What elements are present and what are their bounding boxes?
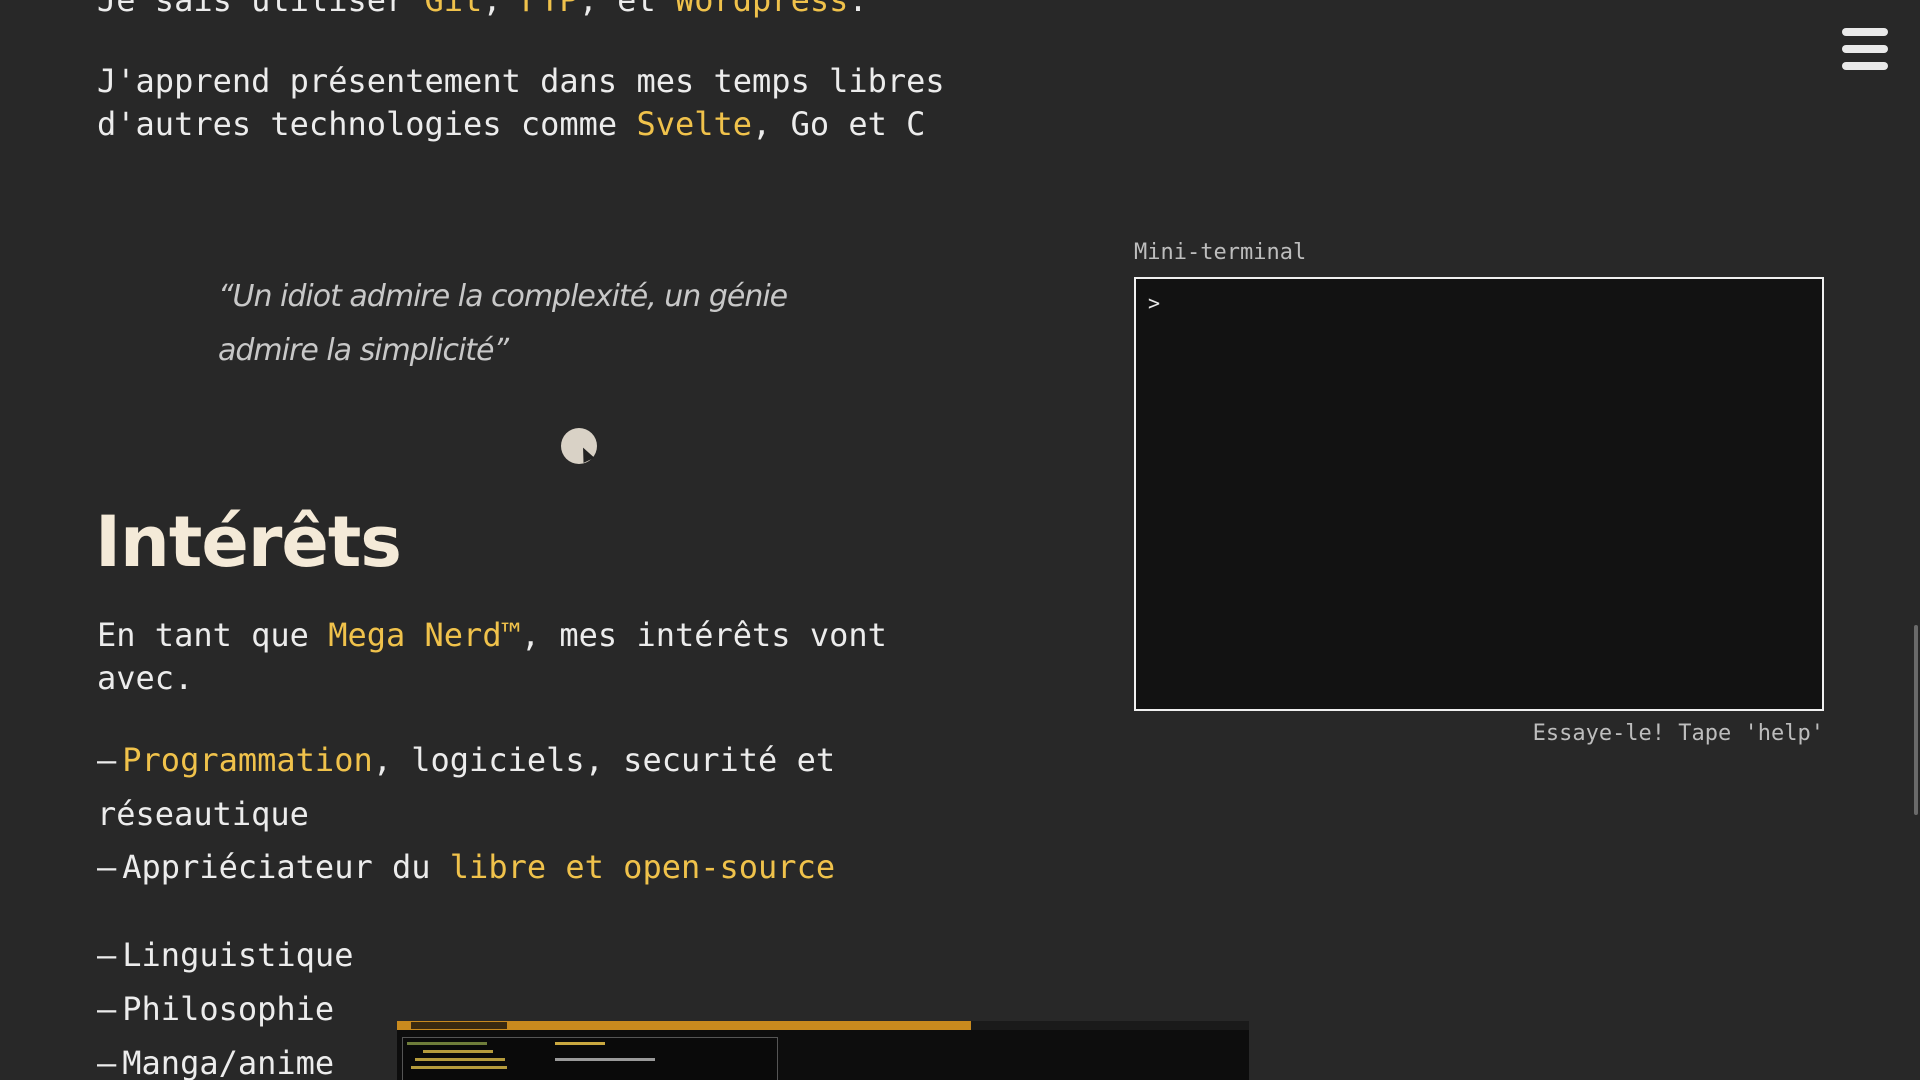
thumbnail-text-line bbox=[407, 1042, 487, 1045]
skills-separator: , et bbox=[578, 0, 675, 19]
list-item: – Appriéciateur du libre et open-source bbox=[97, 840, 835, 894]
list-item: – Programmation, logiciels, securité et bbox=[97, 733, 835, 787]
menu-bar bbox=[1842, 45, 1888, 53]
dash: – bbox=[97, 1044, 117, 1080]
learning-suffix: , Go et C bbox=[752, 105, 926, 143]
dash: – bbox=[97, 848, 117, 886]
dash: – bbox=[97, 741, 117, 779]
interests-heading: Intérêts bbox=[95, 501, 402, 583]
list-item-text: Appriéciateur du bbox=[122, 848, 450, 886]
skills-separator: , bbox=[482, 0, 521, 19]
skills-sentence: Je sais utiliser Git, FTP, et Wordpress. bbox=[97, 0, 868, 22]
learning-prefix: d'autres technologies comme bbox=[97, 105, 637, 143]
skills-suffix: . bbox=[848, 0, 868, 19]
thumbnail-text-line bbox=[555, 1058, 655, 1061]
learning-line-1: J'apprend présentement dans mes temps li… bbox=[97, 62, 945, 100]
hamburger-menu-icon[interactable] bbox=[1840, 26, 1890, 72]
menu-bar bbox=[1842, 62, 1888, 70]
open-source-highlight: libre et open-source bbox=[449, 848, 836, 886]
thumbnail-text-line bbox=[411, 1066, 507, 1069]
desktop-screenshot-image bbox=[397, 1021, 1249, 1080]
menu-bar bbox=[1842, 28, 1888, 36]
list-item-continuation: réseautique bbox=[97, 795, 309, 833]
list-item-text: Manga/anime bbox=[122, 1044, 335, 1080]
tech-wordpress: Wordpress bbox=[674, 0, 849, 19]
terminal-prompt: > bbox=[1148, 291, 1161, 315]
tech-ftp: FTP bbox=[520, 0, 579, 19]
list-item-text: , logiciels, securité et bbox=[372, 741, 836, 779]
programmation-highlight: Programmation bbox=[122, 741, 373, 779]
terminal-hint: Essaye-le! Tape 'help' bbox=[1532, 721, 1824, 746]
thumbnail-workspace-tabs bbox=[411, 1022, 507, 1029]
terminal-input[interactable] bbox=[1166, 289, 1800, 319]
list-item: – Linguistique bbox=[97, 928, 353, 982]
thumbnail-text-line bbox=[423, 1050, 493, 1053]
skills-prefix: Je sais utiliser bbox=[97, 0, 425, 19]
quote: “Un idiot admire la complexité, un génie… bbox=[218, 279, 788, 368]
intro-prefix: En tant que bbox=[97, 616, 329, 654]
intro-suffix: , mes intérêts vont bbox=[520, 616, 887, 654]
terminal-label: Mini-terminal bbox=[1134, 240, 1307, 265]
dash: – bbox=[97, 990, 117, 1028]
thumbnail-text-line bbox=[415, 1058, 505, 1061]
thumbnail-terminal-window bbox=[402, 1037, 778, 1080]
mega-nerd-highlight: Mega Nerd™ bbox=[328, 616, 521, 654]
tech-svelte: Svelte bbox=[636, 105, 753, 143]
list-item-text: Linguistique bbox=[122, 936, 354, 974]
thumbnail-text-line bbox=[555, 1042, 605, 1045]
dash: – bbox=[97, 936, 117, 974]
list-item-text: Philosophie bbox=[122, 990, 335, 1028]
list-item: – Manga/anime bbox=[97, 1036, 334, 1080]
learning-line-2: d'autres technologies comme Svelte, Go e… bbox=[97, 103, 925, 146]
interests-intro-line-1: En tant que Mega Nerd™, mes intérêts von… bbox=[97, 614, 887, 657]
mini-terminal[interactable]: > bbox=[1134, 277, 1824, 711]
list-item: – Philosophie bbox=[97, 982, 334, 1036]
tech-git: Git bbox=[424, 0, 483, 19]
scrollbar-thumb[interactable] bbox=[1914, 625, 1918, 815]
interests-intro-line-2: avec. bbox=[97, 659, 194, 697]
